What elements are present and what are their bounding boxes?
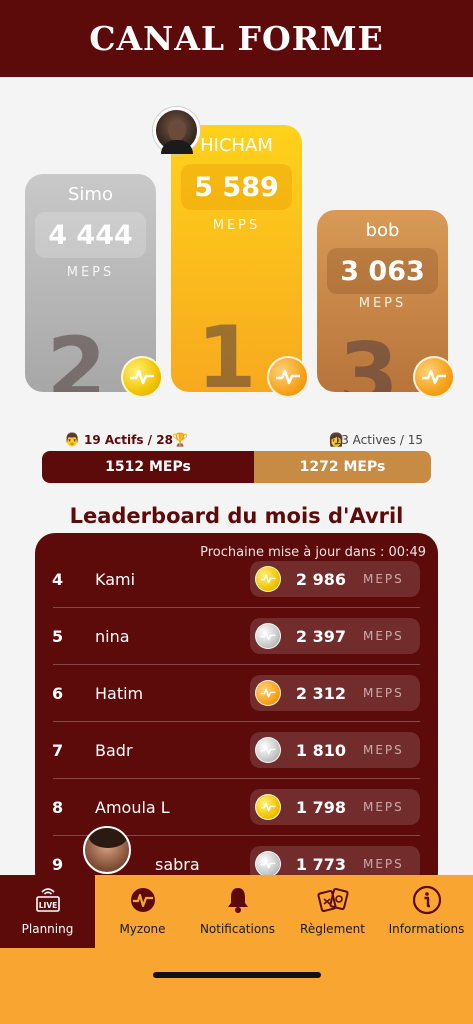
row-points: 1 810: [295, 740, 346, 760]
leaderboard-card[interactable]: Prochaine mise à jour dans : 00:49 4 Kami…: [35, 533, 438, 893]
podium-first-unit: MEPS: [212, 218, 261, 233]
leaderboard-title: Leaderboard du mois d'Avril: [69, 504, 404, 528]
row-name: Hatim: [95, 684, 144, 703]
medal-coin-icon: [255, 623, 281, 649]
tab-label: Règlement: [300, 922, 365, 936]
row-points: 2 986: [295, 569, 346, 589]
row-points: 2 312: [295, 683, 346, 703]
podium-first-avatar[interactable]: [153, 107, 200, 154]
tab-label: Myzone: [119, 922, 166, 936]
medal-coin-icon: [267, 356, 309, 398]
podium-second-unit: MEPS: [66, 265, 115, 280]
leaderboard-row[interactable]: 4 Kami 2 986 MEPS: [35, 551, 438, 608]
podium-first[interactable]: HICHAM 5 589 MEPS 1: [171, 125, 302, 392]
app-header: CANAL FORME: [0, 0, 473, 77]
row-rank: 4: [52, 570, 64, 589]
tab-myzone[interactable]: Myzone: [95, 875, 190, 948]
row-name: Kami: [95, 570, 136, 589]
row-name: Badr: [95, 741, 133, 760]
row-points: 1 798: [295, 797, 346, 817]
trophy-icon: 🏆: [172, 433, 189, 448]
podium-third-unit: MEPS: [358, 296, 407, 311]
tab-reglement[interactable]: Règlement: [285, 875, 380, 948]
info-icon: [412, 885, 442, 915]
tab-label: Notifications: [199, 922, 276, 936]
leaderboard-row[interactable]: 7 Badr 1 810 MEPS: [35, 722, 438, 779]
medal-coin-icon: [255, 680, 281, 706]
home-indicator[interactable]: [153, 972, 321, 978]
team-men-label: 19 Actifs / 28: [84, 433, 173, 447]
man-emoji-icon: 👨: [64, 433, 81, 448]
podium-first-score: 5 589: [181, 164, 292, 210]
app-title: CANAL FORME: [89, 19, 384, 58]
podium-second-name: Simo: [68, 184, 113, 205]
team-women-score: 1272 MEPs: [254, 451, 431, 483]
row-score-pill: 1 798 MEPS: [250, 789, 420, 825]
medal-coin-icon: [255, 566, 281, 592]
podium-third-score: 3 063: [327, 248, 438, 294]
avatar-face: [168, 119, 186, 141]
avatar-shirt: [161, 140, 193, 154]
tab-planning[interactable]: LIVE Planning: [0, 875, 95, 948]
bell-icon: [225, 885, 251, 915]
row-name: nina: [95, 627, 130, 646]
row-rank: 7: [52, 741, 64, 760]
row-rank: 5: [52, 627, 64, 646]
leaderboard-row[interactable]: 5 nina 2 397 MEPS: [35, 608, 438, 665]
team-score-bar: 1512 MEPs 1272 MEPs: [42, 451, 431, 483]
row-score-pill: 2 986 MEPS: [250, 561, 420, 597]
tab-label: Informations: [388, 922, 465, 936]
row-points: 2 397: [295, 626, 346, 646]
heartbeat-icon: [129, 885, 157, 915]
team-stats-row: 👨 19 Actifs / 28 🏆 👩 13 Actives / 15: [42, 433, 431, 451]
team-men-score: 1512 MEPs: [42, 451, 254, 483]
row-score-pill: 2 312 MEPS: [250, 675, 420, 711]
team-women-label: 13 Actives / 15: [333, 433, 423, 447]
medal-coin-icon: [413, 356, 455, 398]
tab-label: Planning: [21, 922, 74, 936]
row-rank: 8: [52, 798, 64, 817]
row-unit: MEPS: [363, 629, 404, 643]
live-badge-text: LIVE: [38, 901, 57, 910]
row-unit: MEPS: [363, 800, 404, 814]
row-score-pill: 2 397 MEPS: [250, 618, 420, 654]
tab-notifications[interactable]: Notifications: [190, 875, 285, 948]
row-score-pill: 1 810 MEPS: [250, 732, 420, 768]
medal-coin-icon: [255, 794, 281, 820]
row-unit: MEPS: [363, 743, 404, 757]
row-avatar[interactable]: [83, 826, 131, 874]
podium-third-name: bob: [365, 220, 400, 241]
medal-coin-icon: [255, 737, 281, 763]
medal-coin-icon: [121, 356, 163, 398]
medal-coin-icon: [255, 851, 281, 877]
row-rank: 6: [52, 684, 64, 703]
podium-second-score: 4 444: [35, 212, 146, 258]
bottom-tab-bar: LIVE Planning Myzone Notifications Règle…: [0, 875, 473, 1024]
avatar-hair: [89, 828, 127, 848]
leaderboard-row[interactable]: 6 Hatim 2 312 MEPS: [35, 665, 438, 722]
live-tv-icon: LIVE: [34, 885, 62, 915]
tickets-icon: [316, 885, 349, 915]
row-unit: MEPS: [363, 686, 404, 700]
row-unit: MEPS: [363, 572, 404, 586]
tab-informations[interactable]: Informations: [380, 875, 473, 948]
